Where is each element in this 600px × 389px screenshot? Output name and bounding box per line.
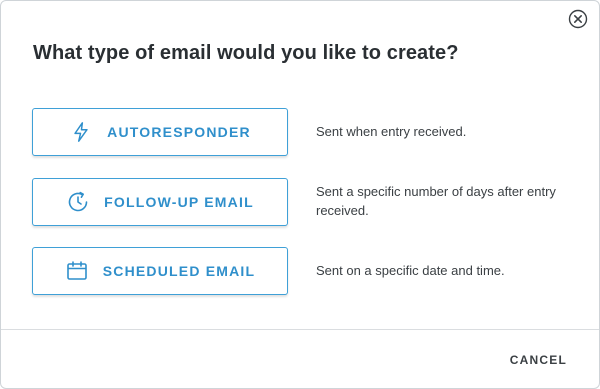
scheduled-email-button[interactable]: SCHEDULED EMAIL <box>32 247 288 295</box>
calendar-icon <box>65 259 89 283</box>
close-button[interactable] <box>568 9 588 29</box>
autoresponder-button[interactable]: AUTORESPONDER <box>32 108 288 156</box>
scheduled-email-description: Sent on a specific date and time. <box>316 263 505 278</box>
dialog-title: What type of email would you like to cre… <box>33 42 459 64</box>
scheduled-email-label: SCHEDULED EMAIL <box>102 263 256 279</box>
follow-up-email-description: Sent a specific number of days after ent… <box>316 184 556 218</box>
follow-up-email-button[interactable]: FOLLOW-UP EMAIL <box>32 178 288 226</box>
option-row-autoresponder: AUTORESPONDER Sent when entry received. <box>32 108 599 156</box>
autoresponder-label: AUTORESPONDER <box>107 124 251 140</box>
cancel-button[interactable]: CANCEL <box>510 353 567 367</box>
clock-arrow-icon <box>66 190 90 214</box>
follow-up-email-label: FOLLOW-UP EMAIL <box>104 194 254 210</box>
option-row-scheduled: SCHEDULED EMAIL Sent on a specific date … <box>32 247 599 295</box>
close-circle-icon <box>568 9 588 29</box>
dialog-footer: CANCEL <box>1 329 599 388</box>
create-email-dialog: What type of email would you like to cre… <box>0 0 600 389</box>
option-row-follow-up: FOLLOW-UP EMAIL Sent a specific number o… <box>32 178 599 226</box>
lightning-bolt-icon <box>69 120 93 144</box>
autoresponder-description: Sent when entry received. <box>316 124 467 139</box>
